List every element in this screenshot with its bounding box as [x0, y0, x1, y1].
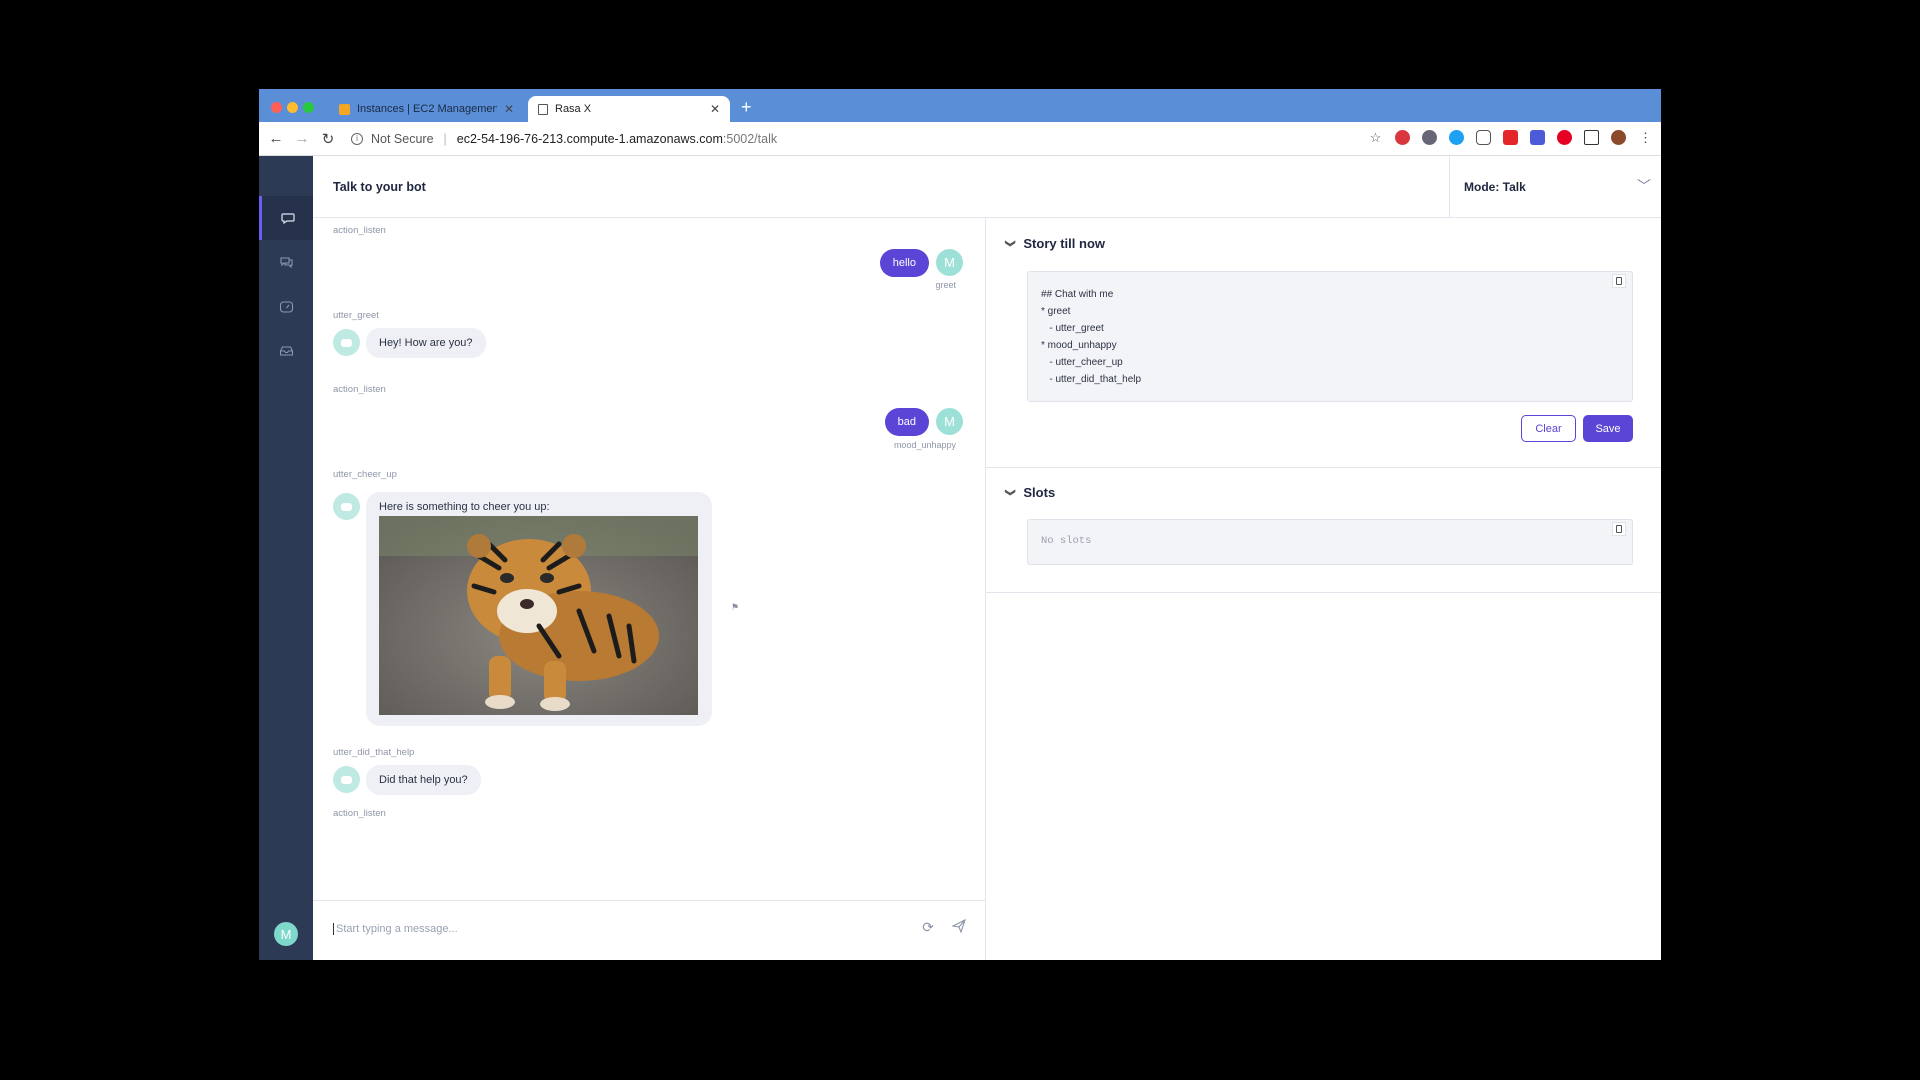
clear-button[interactable]: Clear [1521, 415, 1576, 442]
extension-red-icon[interactable] [1395, 130, 1410, 145]
user-message-avatar: M [936, 249, 963, 276]
user-avatar[interactable]: M [274, 922, 298, 946]
section-title: Story till now [1023, 236, 1106, 251]
close-window-button[interactable] [271, 102, 282, 113]
intent-label[interactable]: mood_unhappy [894, 440, 956, 450]
story-section: ❯ Story till now ## Chat with me * greet… [986, 218, 1661, 468]
twitter-icon[interactable] [1449, 130, 1464, 145]
action-label: utter_cheer_up [333, 469, 397, 480]
bot-image-message: Here is something to cheer you up: [366, 492, 712, 726]
save-button[interactable]: Save [1583, 415, 1633, 442]
sidebar: M [259, 156, 313, 960]
chevron-down-icon: ❯ [1004, 488, 1016, 497]
url-field[interactable]: i Not Secure | ec2-54-196-76-213.compute… [351, 132, 777, 146]
chat-panel: action_listen hello M greet utter_greet … [313, 218, 986, 960]
info-icon: i [351, 132, 363, 145]
bot-message: Did that help you? [366, 765, 481, 795]
minimize-window-button[interactable] [287, 102, 298, 113]
bot-message-text: Here is something to cheer you up: [379, 501, 550, 513]
conversations-icon[interactable] [259, 240, 313, 284]
copy-icon[interactable] [1612, 274, 1626, 288]
chevron-down-icon: ❯ [1004, 239, 1016, 248]
story-section-header[interactable]: ❯ Story till now [1004, 236, 1106, 251]
url-separator: | [443, 131, 447, 146]
document-icon [538, 103, 548, 115]
section-title: Slots [1023, 485, 1056, 500]
send-icon[interactable] [951, 918, 966, 936]
browser-window: Instances | EC2 Management C ✕ Rasa X ✕ … [259, 89, 1661, 960]
tab-title: Rasa X [555, 103, 592, 115]
action-label: utter_greet [333, 310, 379, 321]
action-label: action_listen [333, 225, 386, 236]
details-panel: ❯ Story till now ## Chat with me * greet… [986, 218, 1661, 960]
page-title: Talk to your bot [333, 180, 426, 194]
action-label: action_listen [333, 808, 386, 819]
tab-ec2-instances[interactable]: Instances | EC2 Management C ✕ [329, 96, 524, 122]
user-message: bad [884, 408, 929, 436]
maximize-window-button[interactable] [303, 102, 314, 113]
back-icon[interactable]: ← [263, 130, 289, 147]
restart-icon[interactable]: ⟳ [922, 919, 934, 936]
user-message-avatar: M [936, 408, 963, 435]
bot-icon [333, 766, 360, 793]
extension-camera-icon[interactable] [1530, 130, 1545, 145]
address-bar: ← → ↻ i Not Secure | ec2-54-196-76-213.c… [259, 122, 1661, 156]
pocket-icon[interactable] [1476, 130, 1491, 145]
reload-icon[interactable]: ↻ [315, 130, 341, 148]
close-tab-icon[interactable]: ✕ [710, 102, 720, 116]
tiger-cub-image [379, 516, 698, 715]
rasa-x-app: M Talk to your bot Mode: Talk ﹀ action_l… [259, 156, 1661, 960]
bot-icon [333, 493, 360, 520]
security-label: Not Secure [371, 131, 434, 146]
mode-select[interactable]: Mode: Talk ﹀ [1449, 156, 1661, 218]
slots-section: ❯ Slots No slots [986, 468, 1661, 593]
mode-label: Mode: Talk [1464, 180, 1526, 194]
intent-label[interactable]: greet [935, 280, 956, 290]
chevron-down-icon: ﹀ [1637, 178, 1651, 194]
menu-dots-icon[interactable]: ⋮ [1638, 130, 1653, 145]
flag-icon[interactable]: ⚑ [731, 602, 739, 613]
bot-message: Hey! How are you? [366, 328, 486, 358]
tab-bar: Instances | EC2 Management C ✕ Rasa X ✕ … [259, 89, 1661, 122]
extension-icons: ☆ ⋮ [1368, 130, 1653, 145]
copy-icon[interactable] [1612, 522, 1626, 536]
story-code-box: ## Chat with me * greet - utter_greet * … [1027, 271, 1633, 402]
aws-icon [339, 103, 350, 115]
slots-section-header[interactable]: ❯ Slots [1004, 485, 1056, 500]
tab-rasa-x[interactable]: Rasa X ✕ [528, 96, 730, 122]
extension-frame-icon[interactable] [1584, 130, 1599, 145]
user-message: hello [879, 249, 929, 277]
story-text: ## Chat with me * greet - utter_greet * … [1041, 289, 1142, 385]
adblock-icon[interactable] [1503, 130, 1518, 145]
extension-bird-icon[interactable] [1422, 130, 1437, 145]
url-path: :5002/talk [722, 131, 778, 146]
slots-empty-text: No slots [1041, 535, 1092, 547]
message-input[interactable] [333, 923, 893, 935]
dashboard-icon[interactable] [259, 285, 313, 329]
forward-icon[interactable]: → [289, 130, 315, 147]
profile-avatar-icon[interactable] [1611, 130, 1626, 145]
talk-icon[interactable] [259, 196, 313, 240]
close-tab-icon[interactable]: ✕ [504, 102, 514, 116]
tab-title: Instances | EC2 Management C [357, 103, 497, 115]
new-tab-button[interactable]: + [741, 98, 752, 116]
bot-icon [333, 329, 360, 356]
slots-code-box: No slots [1027, 519, 1633, 565]
url-host: ec2-54-196-76-213.compute-1.amazonaws.co… [456, 131, 723, 146]
page-header: Talk to your bot Mode: Talk ﹀ [313, 156, 1661, 218]
bookmark-star-icon[interactable]: ☆ [1368, 130, 1383, 145]
pinterest-icon[interactable] [1557, 130, 1572, 145]
action-label: utter_did_that_help [333, 747, 415, 758]
action-label: action_listen [333, 384, 386, 395]
inbox-icon[interactable] [259, 329, 313, 373]
message-composer: ⟳ [313, 900, 986, 960]
